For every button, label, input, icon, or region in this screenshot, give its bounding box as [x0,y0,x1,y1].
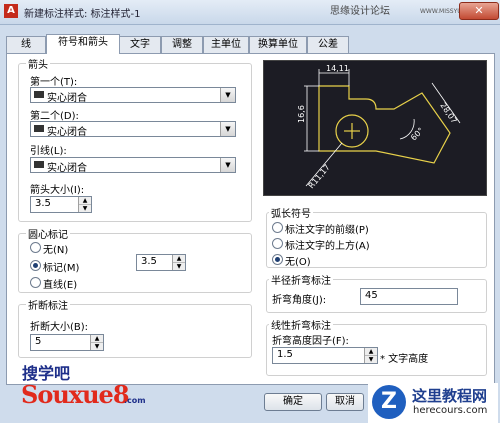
second-arrow-value: 实心闭合 [47,127,87,138]
dialog-window: A 新建标注样式: 标注样式-1 思缘设计论坛 WWW.MISSYUAN.COM… [0,0,500,423]
arrow-size-spinner[interactable]: 3.5 ▲ ▼ [30,196,92,213]
dim-text-radius: R11,17 [307,163,332,191]
jog-factor-label: 折弯高度因子(F): [272,336,349,347]
chevron-down-icon[interactable]: ▼ [220,122,235,136]
cancel-button[interactable]: 取消 [326,393,364,411]
center-line-label: 直线(E) [43,280,78,291]
jog-angle-value: 45 [365,290,378,301]
jog-factor-spinner[interactable]: 1.5 ▲ ▼ [272,347,378,364]
arc-prefix-radio[interactable] [272,222,283,233]
tab-text[interactable]: 文字 [119,36,161,53]
center-none-radio[interactable] [30,242,41,253]
first-arrow-value: 实心闭合 [47,93,87,104]
spin-up-icon[interactable]: ▲ [365,348,377,355]
dim-text-angle: 60° [409,126,425,142]
center-marks-title: 圆心标记 [26,226,70,241]
spin-up-icon[interactable]: ▲ [173,255,185,262]
dimension-break-title: 折断标注 [26,297,70,312]
arrow-size-label: 箭头大小(I): [30,185,85,196]
jog-angle-input[interactable]: 45 [360,288,458,305]
arc-prefix-label: 标注文字的前缀(P) [285,225,369,236]
arrow-size-value: 3.5 [35,198,51,209]
center-mark-size-value: 3.5 [141,256,157,267]
spin-down-icon[interactable]: ▼ [79,204,91,212]
tab-lines[interactable]: 线 [6,36,46,53]
tab-strip: 线 符号和箭头 文字 调整 主单位 换算单位 公差 [6,34,496,54]
logo-herecours: Z 这里教程网 herecours.com [368,383,498,423]
tab-primary-units[interactable]: 主单位 [203,36,249,53]
arc-above-label: 标注文字的上方(A) [285,241,370,252]
center-line-radio[interactable] [30,277,41,288]
app-icon: A [4,4,18,18]
second-arrow-select[interactable]: 实心闭合 ▼ [30,121,236,138]
second-arrow-label: 第二个(D): [30,111,79,122]
arc-none-radio[interactable] [272,254,283,265]
chevron-down-icon[interactable]: ▼ [220,158,235,172]
chevron-down-icon[interactable]: ▼ [220,88,235,102]
radius-jog-title: 半径折弯标注 [269,272,333,287]
dim-text-width: 14,11 [326,64,349,73]
spin-up-icon[interactable]: ▲ [91,335,103,342]
jog-factor-value: 1.5 [277,349,293,360]
spin-down-icon[interactable]: ▼ [91,342,103,350]
arrow-swatch-icon [34,91,44,98]
title-bar: A 新建标注样式: 标注样式-1 思缘设计论坛 WWW.MISSYUAN.COM… [0,0,500,25]
arc-symbol-title: 弧长符号 [269,205,313,220]
arrow-swatch-icon [34,161,44,168]
arc-none-label: 无(O) [285,257,311,268]
tab-symbols-arrows[interactable]: 符号和箭头 [46,34,120,54]
center-mark-label: 标记(M) [43,263,80,274]
leader-value: 实心闭合 [47,163,87,174]
ok-button[interactable]: 确定 [264,393,322,411]
spin-up-icon[interactable]: ▲ [79,197,91,204]
tab-fit[interactable]: 调整 [161,36,203,53]
center-none-label: 无(N) [43,245,69,256]
break-size-spinner[interactable]: 5 ▲ ▼ [30,334,104,351]
spin-down-icon[interactable]: ▼ [365,355,377,363]
arc-above-radio[interactable] [272,238,283,249]
tab-tolerances[interactable]: 公差 [307,36,349,53]
arrowheads-title: 箭头 [26,56,50,71]
herecours-url: herecours.com [413,405,488,416]
break-size-value: 5 [35,336,42,347]
logo-souxue8-com: .com [124,396,146,405]
break-size-label: 折断大小(B): [30,322,89,333]
leader-select[interactable]: 实心闭合 ▼ [30,157,236,174]
first-arrow-select[interactable]: 实心闭合 ▼ [30,87,236,104]
linear-jog-title: 线性折弯标注 [269,317,333,332]
style-preview: 14,11 16,6 28,07 60° R11,17 [263,60,487,196]
dim-text-height: 16,6 [297,105,306,123]
window-title: 新建标注样式: 标注样式-1 [24,9,141,20]
watermark-top-cn: 思缘设计论坛 [330,6,390,17]
arrow-swatch-icon [34,125,44,132]
close-button[interactable]: ✕ [459,2,499,20]
herecours-title: 这里教程网 [412,387,488,405]
tab-alternate-units[interactable]: 换算单位 [249,36,307,53]
leader-label: 引线(L): [30,146,67,157]
center-mark-radio[interactable] [30,260,41,271]
first-arrow-label: 第一个(T): [30,77,78,88]
center-mark-size-spinner[interactable]: 3.5 ▲ ▼ [136,254,186,271]
jog-angle-label: 折弯角度(J): [272,295,327,306]
logo-souxue8-en: Souxue8 [21,380,130,409]
preview-drawing: 14,11 16,6 28,07 60° R11,17 [297,64,461,191]
jog-factor-suffix: * 文字高度 [380,354,429,365]
spin-down-icon[interactable]: ▼ [173,262,185,270]
preview-part-outline [318,85,451,164]
herecours-logo-icon: Z [372,385,406,419]
